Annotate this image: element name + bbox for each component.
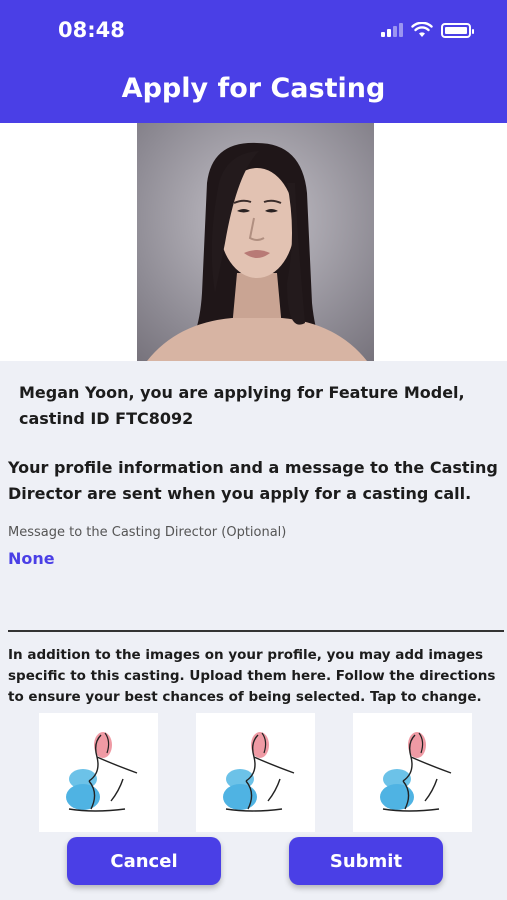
submit-button[interactable]: Submit [289,837,443,885]
status-time: 08:48 [58,18,125,42]
signal-icon [381,23,403,37]
header-bar: 08:48 Apply for Casting [0,0,507,123]
casting-image-3[interactable] [353,713,472,832]
message-label: Message to the Casting Director (Optiona… [8,525,287,540]
wifi-icon [411,22,433,37]
upload-instructions: In addition to the images on your profil… [8,647,496,705]
cancel-button[interactable]: Cancel [67,837,221,885]
pose-sketch-image [223,732,295,812]
status-icons [381,22,474,38]
battery-icon [441,22,474,38]
page-title: Apply for Casting [121,73,386,104]
casting-image-1[interactable] [39,713,158,832]
profile-photo[interactable] [137,123,374,361]
pose-sketch-image [66,732,138,812]
casting-image-2[interactable] [196,713,315,832]
message-field[interactable]: None [8,549,55,568]
profile-info-text: Your profile information and a message t… [8,458,498,503]
photo-strip [0,123,507,361]
pose-sketch-image [380,732,452,812]
apply-summary: Megan Yoon, you are applying for Feature… [19,383,465,428]
message-underline [8,630,504,632]
